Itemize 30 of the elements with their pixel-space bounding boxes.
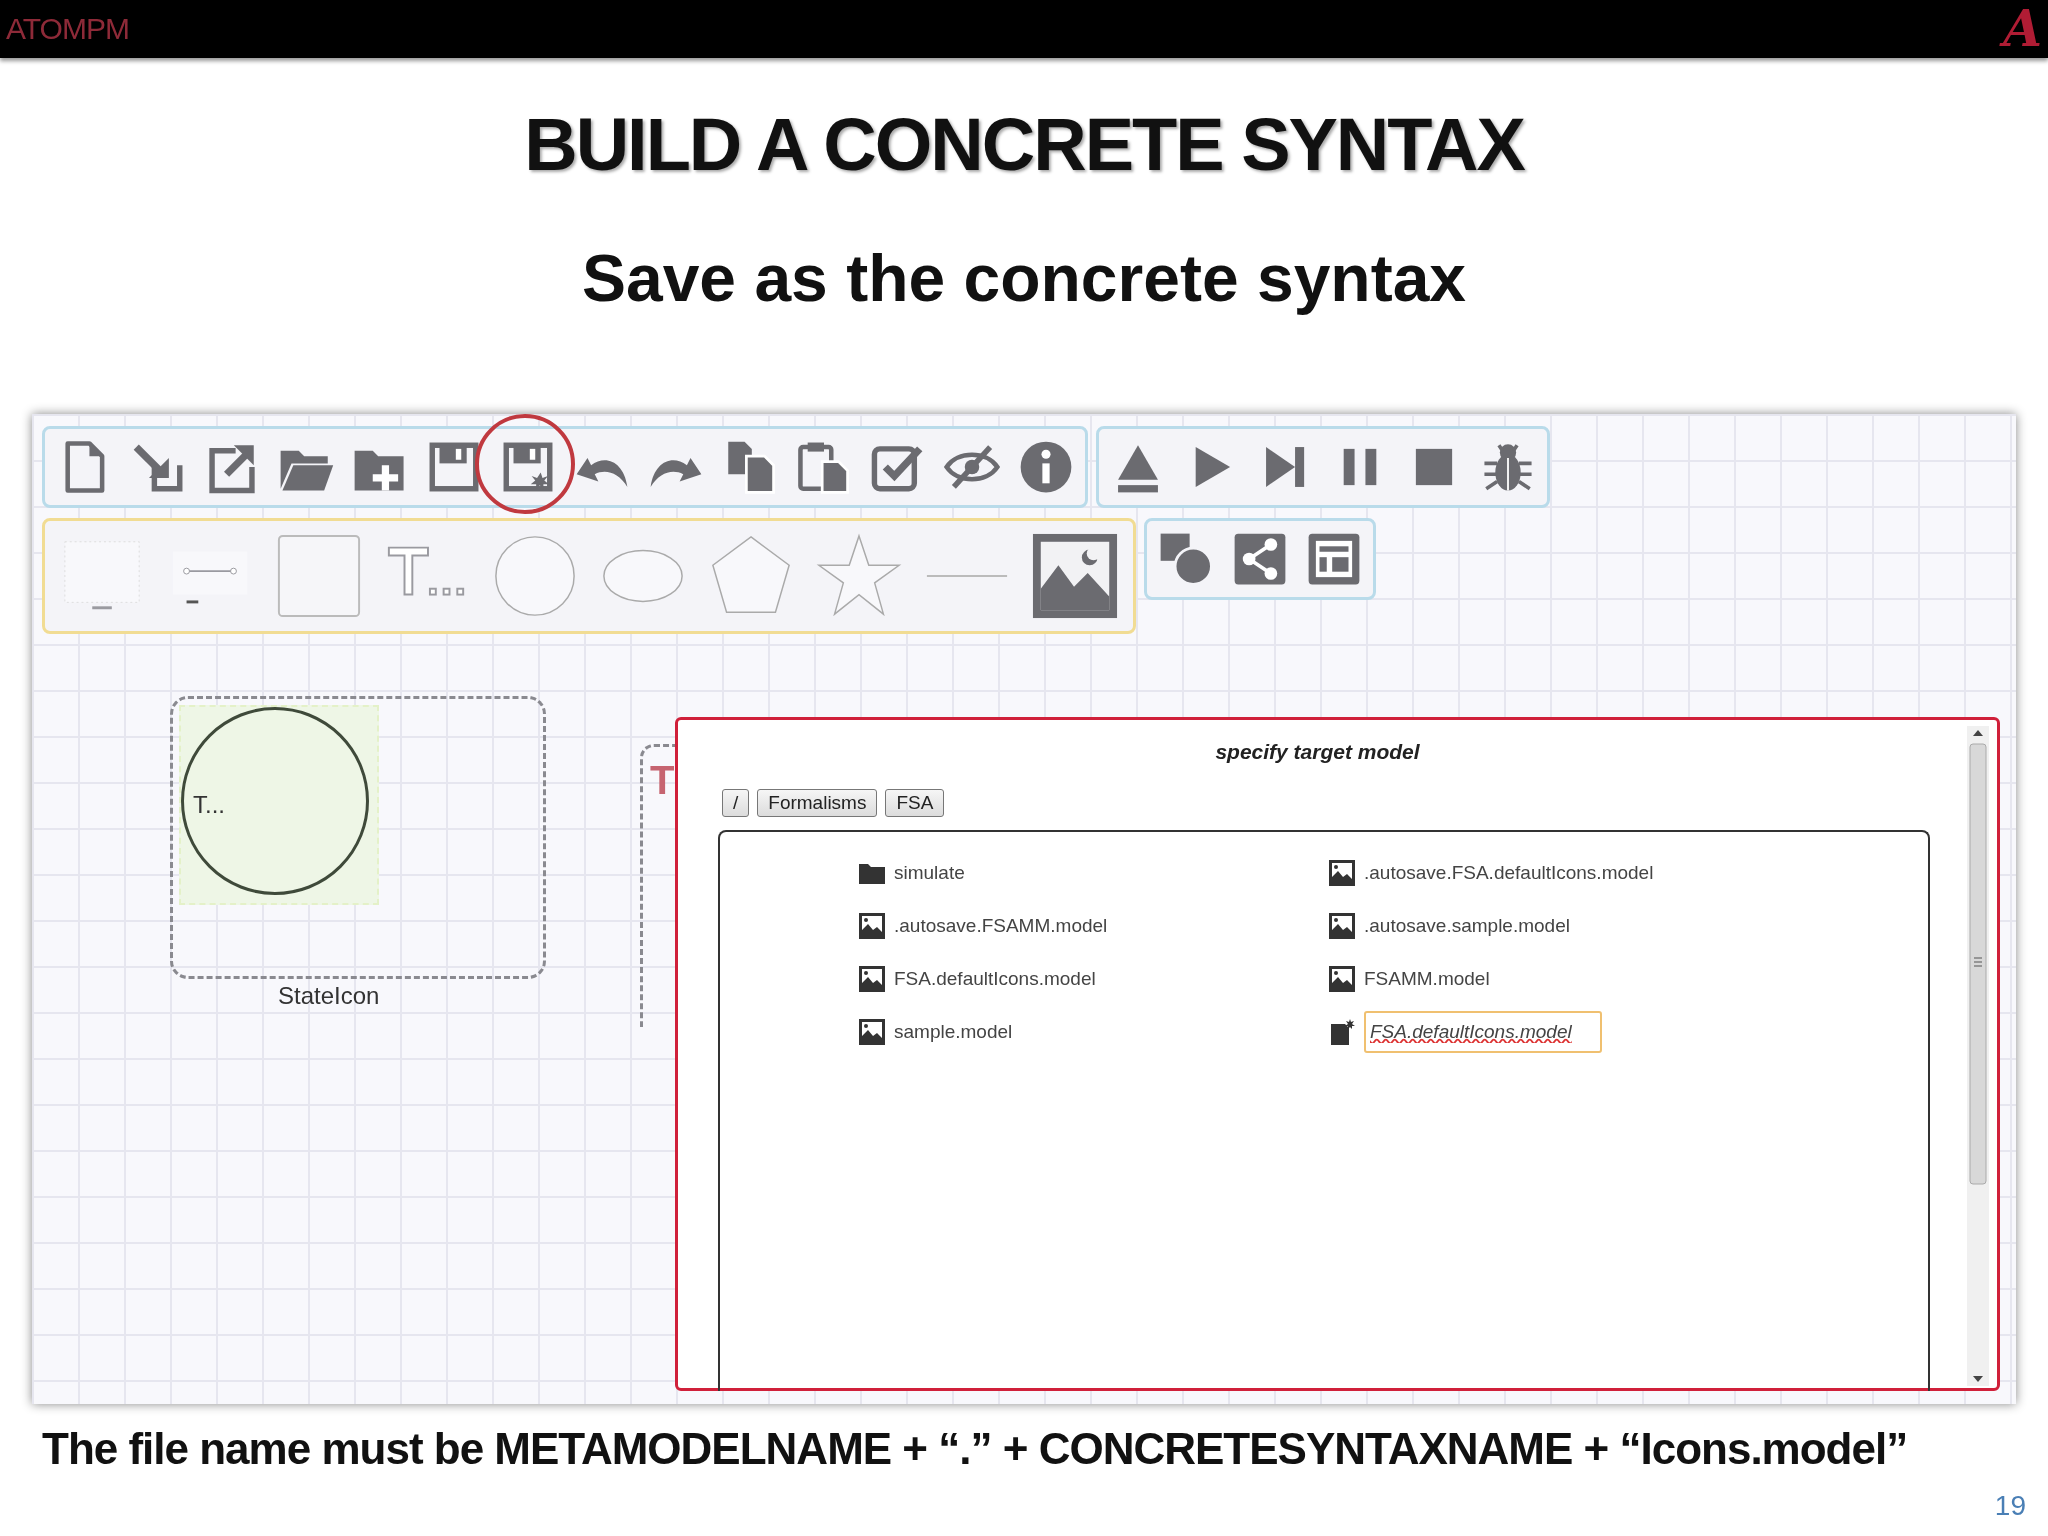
- image-file-icon: [858, 911, 886, 940]
- new-file-icon: [1328, 1017, 1356, 1046]
- image-file-icon: [858, 964, 886, 993]
- image-file-icon: [1328, 858, 1356, 887]
- slide-subtitle: Save as the concrete syntax: [580, 242, 1468, 314]
- file-name[interactable]: FSAMM.model: [1364, 967, 1490, 990]
- image-file-icon: [858, 1017, 886, 1046]
- slide-title: BUILD A CONCRETE SYNTAX: [523, 102, 1526, 188]
- image-tool-icon[interactable]: [1031, 532, 1119, 620]
- breadcrumb-button[interactable]: /: [722, 789, 750, 817]
- file-name[interactable]: .autosave.FSAMM.model: [894, 914, 1108, 937]
- image-file-icon: [1328, 911, 1356, 940]
- node-text: T...: [193, 791, 225, 819]
- breadcrumb-button[interactable]: FSA: [885, 789, 945, 817]
- icon-node[interactable]: T...: [170, 696, 546, 979]
- file-name[interactable]: .autosave.FSA.defaultIcons.model: [1364, 861, 1654, 884]
- dialog-title: specify target model: [1214, 740, 1421, 764]
- file-name[interactable]: FSA.defaultIcons.model: [894, 967, 1096, 990]
- logo: ATOMPM: [6, 12, 129, 46]
- file-name[interactable]: .autosave.sample.model: [1364, 914, 1570, 937]
- image-file-icon: [1328, 964, 1356, 993]
- caption: The file name must be METAMODELNAME + “.” + CONCRETESYNTAXNAME + “Icons.model”: [42, 1424, 1908, 1474]
- scrollbar[interactable]: [1967, 726, 1989, 1386]
- file-name[interactable]: sample.model: [894, 1020, 1013, 1043]
- breadcrumb-button[interactable]: Formalisms: [757, 789, 878, 817]
- file-name[interactable]: simulate: [894, 861, 965, 884]
- page-number: 19: [1994, 1490, 2026, 1522]
- node-text: T: [650, 758, 675, 803]
- node-label: StateIcon: [278, 982, 380, 1010]
- file-name-field[interactable]: FSA.defaultIcons.model: [1364, 1010, 1602, 1053]
